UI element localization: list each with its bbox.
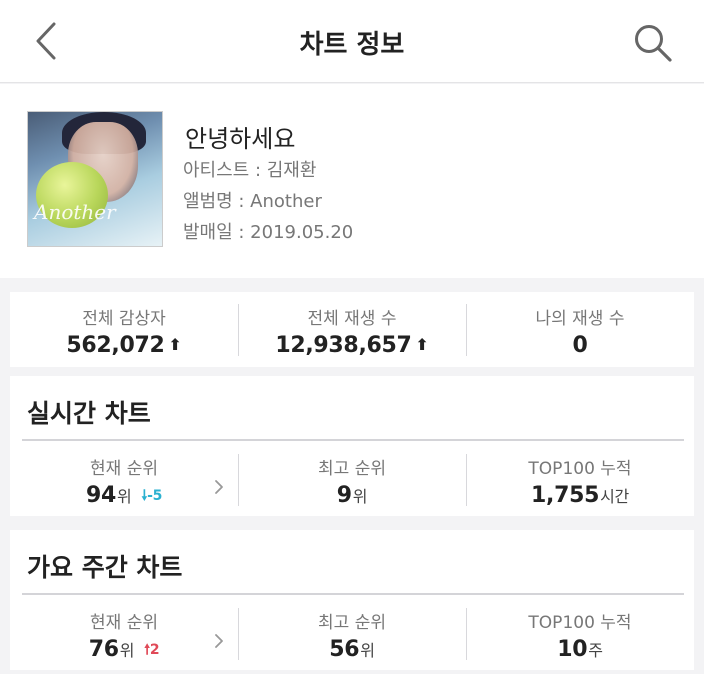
best-rank-value: 9 xyxy=(336,483,352,508)
best-rank-label: 최고 순위 xyxy=(318,613,386,633)
realtime-best-rank: 최고 순위 9위 xyxy=(238,454,466,508)
realtime-current-rank[interactable]: 현재 순위 94위 🠗-5 xyxy=(10,454,238,509)
best-rank-label: 최고 순위 xyxy=(318,459,386,479)
app-header: 차트 정보 xyxy=(0,0,704,83)
weekly-current-rank[interactable]: 현재 순위 76위 🠕2 xyxy=(10,608,238,663)
current-rank-value-row: 94위 🠗-5 xyxy=(10,483,238,509)
my-plays: 나의 재생 수 0 xyxy=(466,304,694,358)
total-plays-label: 전체 재생 수 xyxy=(307,309,397,329)
release-date-line: 발매일 : 2019.05.20 xyxy=(183,222,354,243)
rank-change: 🠕2 xyxy=(144,639,159,663)
best-rank-value-row: 56위 xyxy=(238,637,466,662)
chevron-right-icon[interactable] xyxy=(212,632,226,650)
my-plays-label: 나의 재생 수 xyxy=(535,309,625,329)
realtime-top100: TOP100 누적 1,755시간 xyxy=(466,454,694,508)
total-listeners-value-row: 562,072 ⬆ xyxy=(10,333,238,358)
current-rank-value: 94 xyxy=(85,483,116,508)
realtime-chart-card: 실시간 차트 현재 순위 94위 🠗-5 최고 순위 9위 TOP100 누적 1… xyxy=(10,376,694,516)
top100-unit: 주 xyxy=(588,641,603,660)
arrow-up-icon: ⬆ xyxy=(168,335,182,354)
top100-label: TOP100 누적 xyxy=(528,459,632,479)
current-rank-label: 현재 순위 xyxy=(90,459,158,479)
rank-change: 🠗-5 xyxy=(141,485,162,509)
top100-label: TOP100 누적 xyxy=(528,613,632,633)
current-rank-value: 76 xyxy=(88,637,119,662)
top100-unit: 시간 xyxy=(600,487,629,506)
album-line[interactable]: 앨범명 : Another xyxy=(183,187,322,213)
top100-value-row: 1,755시간 xyxy=(466,483,694,508)
album-cover[interactable]: Another xyxy=(27,111,163,247)
best-rank-value: 56 xyxy=(329,637,360,662)
weekly-best-rank: 최고 순위 56위 xyxy=(238,608,466,662)
search-button[interactable] xyxy=(632,22,674,64)
page-title: 차트 정보 xyxy=(299,30,405,60)
song-title: 안녕하세요 xyxy=(185,125,296,153)
top100-value-row: 10주 xyxy=(466,637,694,662)
rank-unit: 위 xyxy=(352,487,368,506)
cover-script-text: Another xyxy=(34,200,116,224)
current-rank-label: 현재 순위 xyxy=(90,613,158,633)
total-plays-value: 12,938,657 xyxy=(275,333,412,358)
top100-value: 1,755 xyxy=(531,483,600,508)
total-listeners-value: 562,072 xyxy=(66,333,165,358)
weekly-chart-card: 가요 주간 차트 현재 순위 76위 🠕2 최고 순위 56위 TOP100 누적… xyxy=(10,530,694,670)
current-rank-value-row: 76위 🠕2 xyxy=(10,637,238,663)
rank-change-value: -5 xyxy=(147,488,163,504)
artist-line[interactable]: 아티스트 : 김재환 xyxy=(183,156,316,182)
divider xyxy=(22,593,684,595)
song-info-panel: Another 안녕하세요 아티스트 : 김재환 앨범명 : Another 발… xyxy=(0,84,704,278)
rank-unit: 위 xyxy=(360,641,375,660)
rank-change-value: 2 xyxy=(149,642,160,658)
total-plays: 전체 재생 수 12,938,657 ⬆ xyxy=(238,304,466,358)
search-icon xyxy=(635,25,672,62)
best-rank-value-row: 9위 xyxy=(238,483,466,508)
realtime-chart-title: 실시간 차트 xyxy=(27,399,151,428)
top100-value: 10 xyxy=(557,637,588,662)
rank-unit: 위 xyxy=(119,641,135,660)
arrow-up-icon: ⬆ xyxy=(415,335,429,354)
my-plays-value: 0 xyxy=(572,333,588,358)
weekly-chart-title: 가요 주간 차트 xyxy=(27,553,183,582)
stats-card: 전체 감상자 562,072 ⬆ 전체 재생 수 12,938,657 ⬆ 나의 재… xyxy=(10,292,694,367)
total-listeners: 전체 감상자 562,072 ⬆ xyxy=(10,304,238,358)
total-listeners-label: 전체 감상자 xyxy=(82,309,166,329)
divider xyxy=(22,439,684,441)
total-plays-value-row: 12,938,657 ⬆ xyxy=(238,333,466,358)
rank-unit: 위 xyxy=(116,487,132,506)
chevron-right-icon[interactable] xyxy=(212,478,226,496)
weekly-top100: TOP100 누적 10주 xyxy=(466,608,694,662)
